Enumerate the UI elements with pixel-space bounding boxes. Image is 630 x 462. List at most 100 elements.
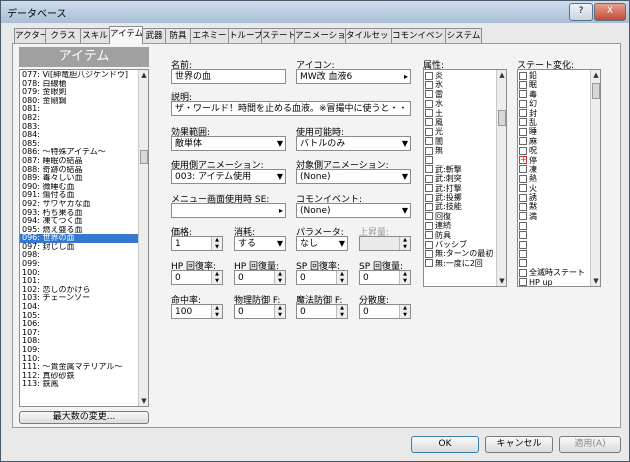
list-item[interactable]: 107: [20, 329, 138, 338]
tab-5[interactable]: 防具 [165, 28, 191, 43]
tab-8[interactable]: ステート [261, 28, 295, 43]
checkbox-icon[interactable] [519, 231, 527, 240]
cancel-button[interactable]: キャンセル [485, 436, 553, 453]
checkbox-icon[interactable] [519, 99, 527, 108]
list-item[interactable]: 087: 睡眠の結晶 [20, 157, 138, 166]
elements-check-item[interactable]: 雷 [425, 90, 495, 99]
help-button[interactable]: ? [569, 3, 593, 21]
list-item[interactable]: 112: 真砂砂鉄 [20, 372, 138, 381]
checkbox-icon[interactable] [425, 80, 433, 89]
checkbox-icon[interactable] [425, 165, 433, 174]
list-item[interactable]: 102: 恋しのかけら [20, 286, 138, 295]
elements-check-item[interactable]: 炎 [425, 71, 495, 80]
elements-check-item[interactable]: 無:ターンの最初 [425, 249, 495, 258]
list-item[interactable]: 109: [20, 346, 138, 355]
list-item[interactable]: 104: [20, 303, 138, 312]
states-check-item[interactable]: 誘 [519, 193, 589, 202]
item-list-scrollbar[interactable]: ▲ ▼ [138, 70, 148, 406]
checkbox-icon[interactable] [519, 146, 527, 155]
name-input[interactable]: 世界の血 [171, 69, 286, 84]
states-check-item[interactable]: 呪 [519, 146, 589, 155]
elements-check-item[interactable] [425, 156, 495, 165]
checkbox-icon[interactable] [519, 71, 527, 80]
states-check-item[interactable]: 満 [519, 212, 589, 221]
list-item[interactable]: 099: [20, 260, 138, 269]
scroll-up-icon[interactable]: ▲ [139, 70, 148, 80]
states-check-item[interactable]: 全滅時ステート [519, 268, 589, 277]
consume-select[interactable]: する ▼ [234, 236, 286, 251]
checkbox-icon[interactable] [425, 109, 433, 118]
checkbox-icon[interactable] [425, 90, 433, 99]
occasion-select[interactable]: バトルのみ ▼ [296, 136, 411, 151]
elements-check-item[interactable]: 風 [425, 118, 495, 127]
price-spinner[interactable]: 1 ▲ ▼ [171, 236, 223, 251]
list-item[interactable]: 093: 朽ち果る血 [20, 209, 138, 218]
list-item[interactable]: 086: 〜特殊アイテム〜 [20, 148, 138, 157]
list-item[interactable]: 096: 世界の血 [20, 234, 138, 243]
list-item[interactable]: 110: [20, 355, 138, 364]
elements-check-item[interactable]: 闇 [425, 137, 495, 146]
list-item[interactable]: 100: [20, 269, 138, 278]
checkbox-icon[interactable] [519, 80, 527, 89]
checkbox-icon[interactable] [425, 193, 433, 202]
checked-box-icon[interactable]: + [519, 156, 527, 165]
states-check-item[interactable]: HP up [519, 278, 589, 286]
tab-3[interactable]: アイテム [109, 26, 143, 44]
elements-check-item[interactable]: 氷 [425, 80, 495, 89]
checkbox-icon[interactable] [519, 118, 527, 127]
list-item[interactable]: 095: 燃え盛る血 [20, 226, 138, 235]
sp-rate-spinner[interactable]: 0 ▲ ▼ [296, 270, 348, 285]
variance-spinner[interactable]: 0 ▲ ▼ [359, 304, 411, 319]
list-item[interactable]: 082: [20, 114, 138, 123]
states-check-item[interactable]: 鉛 [519, 71, 589, 80]
list-item[interactable]: 092: サワヤカな血 [20, 200, 138, 209]
scroll-up-icon[interactable]: ▲ [497, 70, 506, 80]
ok-button[interactable]: OK [411, 436, 479, 453]
states-check-item[interactable]: 黙 [519, 202, 589, 211]
list-item[interactable]: 080: 金剛鋼 [20, 97, 138, 106]
spinner-arrows-icon[interactable]: ▲ ▼ [211, 305, 222, 318]
list-item[interactable]: 085: [20, 140, 138, 149]
mdef-spinner[interactable]: 0 ▲ ▼ [296, 304, 348, 319]
checkbox-icon[interactable] [425, 127, 433, 136]
tab-2[interactable]: スキル [80, 28, 110, 43]
checkbox-icon[interactable] [519, 259, 527, 268]
tab-12[interactable]: システム [445, 28, 482, 43]
checkbox-icon[interactable] [519, 137, 527, 146]
tab-6[interactable]: エネミー [190, 28, 229, 43]
list-item[interactable]: 101: [20, 277, 138, 286]
tab-0[interactable]: アクター [14, 28, 46, 43]
common-event-select[interactable]: (None) ▼ [296, 203, 411, 218]
tab-4[interactable]: 武器 [142, 28, 166, 43]
spinner-arrows-icon[interactable]: ▲ ▼ [336, 305, 347, 318]
hit-rate-spinner[interactable]: 100 ▲ ▼ [171, 304, 223, 319]
elements-check-item[interactable]: 防具 [425, 231, 495, 240]
states-check-item[interactable]: 火 [519, 184, 589, 193]
checkbox-icon[interactable] [519, 165, 527, 174]
list-item[interactable]: 106: [20, 320, 138, 329]
list-item[interactable]: 089: 毒々しい血 [20, 174, 138, 183]
spinner-arrows-icon[interactable]: ▲ ▼ [399, 271, 410, 284]
tab-7[interactable]: トループ [228, 28, 262, 43]
element-checklist[interactable]: 炎氷雷水土風光闇無武:斬撃 武:刺突 武:打撃 武:投擲 武:技能 回復 連続 防具 バッシブ無… [423, 69, 507, 287]
list-item[interactable]: 088: 奇跡の結晶 [20, 166, 138, 175]
elements-check-item[interactable]: 武:打撃 [425, 184, 495, 193]
elements-check-item[interactable]: 武:刺突 [425, 174, 495, 183]
checkbox-icon[interactable] [519, 278, 527, 286]
checkbox-icon[interactable] [519, 212, 527, 221]
checkbox-icon[interactable] [519, 249, 527, 258]
checkbox-icon[interactable] [519, 202, 527, 211]
pdef-spinner[interactable]: 0 ▲ ▼ [234, 304, 286, 319]
elements-check-item[interactable]: 水 [425, 99, 495, 108]
elements-check-item[interactable]: 土 [425, 109, 495, 118]
spinner-arrows-icon[interactable]: ▲ ▼ [399, 305, 410, 318]
checkbox-icon[interactable] [425, 137, 433, 146]
checkbox-icon[interactable] [425, 146, 433, 155]
checkbox-icon[interactable] [519, 174, 527, 183]
states-check-item[interactable]: 睡 [519, 127, 589, 136]
checkbox-icon[interactable] [519, 240, 527, 249]
item-list[interactable]: 077: Vi[紳竜胆八ジケンドウ] 078: 白線槍 079: 金眼剣 080: 金… [19, 69, 149, 407]
elements-check-item[interactable]: 無:一度に2回 [425, 259, 495, 268]
states-check-item[interactable]: 眠 [519, 80, 589, 89]
menu-se-field[interactable]: ▸ [171, 203, 286, 218]
